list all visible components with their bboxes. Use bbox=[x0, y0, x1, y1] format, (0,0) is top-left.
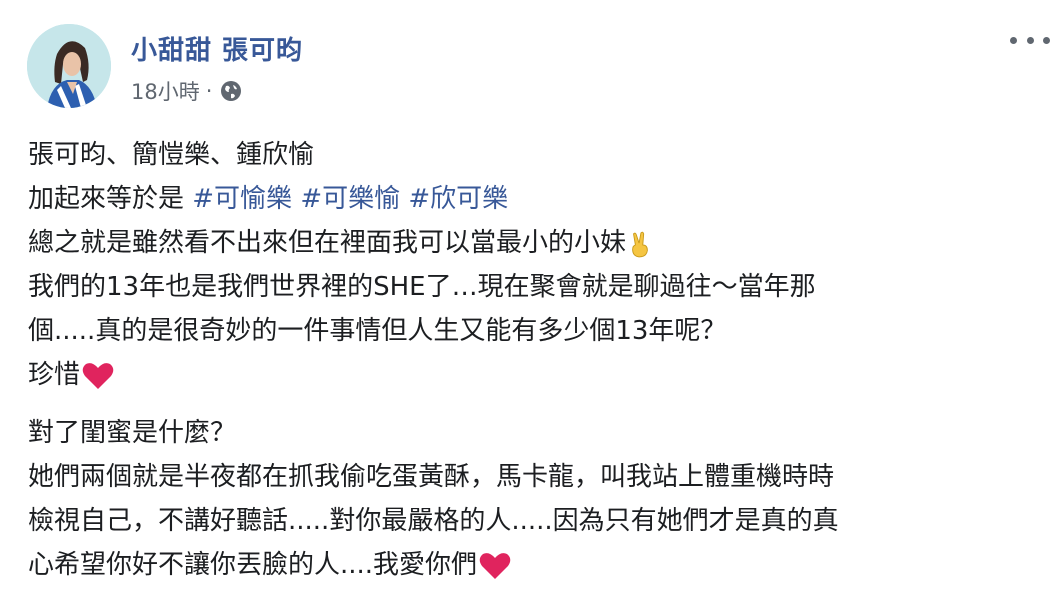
post-line: 心希望你好不讓你丟臉的人....我愛你們 bbox=[28, 543, 1038, 587]
hashtag-link[interactable]: #欣可樂 bbox=[408, 184, 508, 214]
post-header: 小甜甜 張可昀 18小時 · bbox=[0, 0, 1060, 120]
avatar-image bbox=[27, 24, 111, 108]
more-dot bbox=[1026, 36, 1034, 44]
post-line: 總之就是雖然看不出來但在裡面我可以當最小的小妹 bbox=[28, 221, 1038, 265]
post-time[interactable]: 18小時 bbox=[131, 76, 200, 106]
post-line: 個.....真的是很奇妙的一件事情但人生又能有多少個13年呢？ bbox=[28, 316, 727, 346]
post-line: 珍惜 bbox=[28, 353, 1038, 397]
author-name[interactable]: 小甜甜 張可昀 bbox=[131, 30, 303, 67]
post-line-text: 心希望你好不讓你丟臉的人....我愛你們 bbox=[28, 550, 478, 580]
post-line: 她們兩個就是半夜都在抓我偷吃蛋黃酥，馬卡龍，叫我站上體重機時時 bbox=[28, 462, 835, 492]
post-meta: 18小時 · bbox=[131, 76, 242, 106]
post-line: 檢視自己，不講好聽話.....對你最嚴格的人.....因為只有她們才是真的真 bbox=[28, 506, 839, 536]
more-dot bbox=[1010, 36, 1017, 44]
more-options-icon[interactable] bbox=[1010, 30, 1050, 50]
post-line: 張可昀、簡愷樂、鍾欣愉 bbox=[28, 140, 315, 170]
victory-hand-emoji bbox=[628, 230, 652, 258]
post-line-text: 加起來等於是 bbox=[28, 184, 193, 214]
globe-icon[interactable] bbox=[220, 80, 242, 102]
more-dot bbox=[1043, 36, 1050, 44]
post-line-text: 總之就是雖然看不出來但在裡面我可以當最小的小妹 bbox=[28, 228, 627, 258]
avatar[interactable] bbox=[27, 24, 111, 108]
post-line: 我們的13年也是我們世界裡的SHE了…現在聚會就是聊過往～當年那 bbox=[28, 272, 816, 302]
meta-separator: · bbox=[205, 79, 213, 103]
hashtag-link[interactable]: #可愉樂 bbox=[192, 184, 292, 214]
hashtag-link[interactable]: #可樂愉 bbox=[300, 184, 400, 214]
red-heart-emoji bbox=[82, 362, 114, 390]
red-heart-emoji bbox=[479, 552, 511, 580]
post-body: 張可昀、簡愷樂、鍾欣愉 加起來等於是 #可愉樂 #可樂愉 #欣可樂 總之就是雖然… bbox=[28, 133, 1038, 587]
post-line-text: 珍惜 bbox=[28, 360, 81, 390]
post-line: 加起來等於是 #可愉樂 #可樂愉 #欣可樂 bbox=[28, 177, 1038, 221]
post-line: 對了閨蜜是什麼？ bbox=[28, 418, 237, 448]
